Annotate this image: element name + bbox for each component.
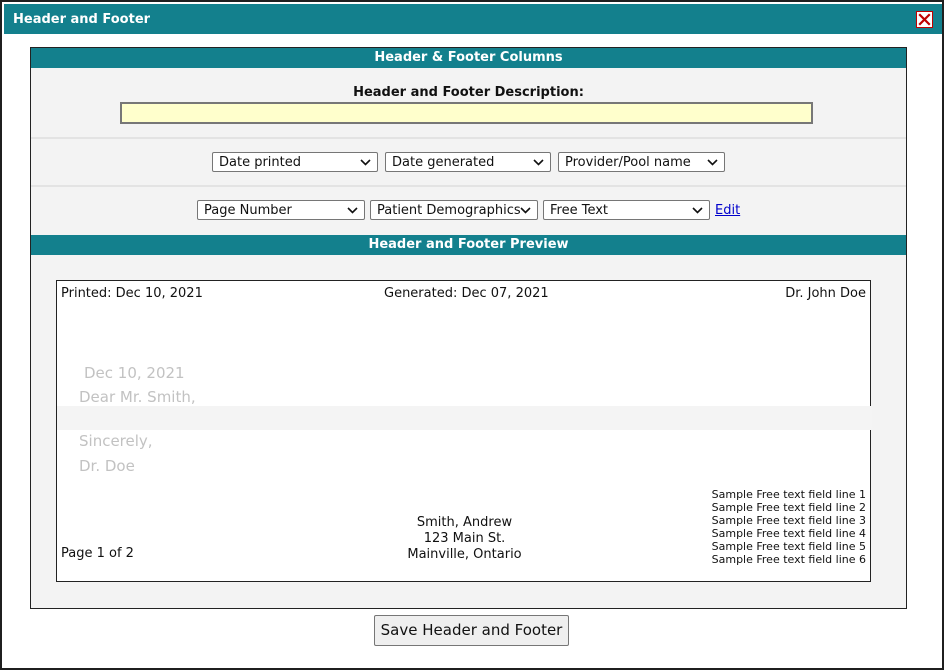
header-left-select-value: Date printed [219,155,301,170]
header-center-select[interactable]: Date generated [385,152,551,172]
preview-body-closing: Sincerely, [79,432,153,450]
chevron-down-icon [520,207,531,214]
description-label: Header and Footer Description: [353,85,584,100]
free-text-line: Sample Free text field line 2 [711,501,866,514]
free-text-line: Sample Free text field line 1 [711,488,866,501]
settings-panel: Header & Footer Columns Header and Foote… [30,47,907,609]
save-header-footer-button[interactable]: Save Header and Footer [374,615,569,646]
address-line: Smith, Andrew [416,515,513,530]
footer-left-select[interactable]: Page Number [197,200,365,220]
preview-footer-left: Page 1 of 2 [61,546,134,561]
preview-section-header: Header and Footer Preview [31,235,906,255]
footer-center-select-value: Patient Demographics [377,203,521,218]
title-bar: Header and Footer [4,4,942,34]
close-button[interactable] [916,11,933,28]
chevron-down-icon [533,159,544,166]
preview-body-signature: Dr. Doe [79,457,135,475]
header-right-select[interactable]: Provider/Pool name [558,152,725,172]
close-icon [918,13,931,26]
preview-page: Printed: Dec 10, 2021 Generated: Dec 07,… [56,280,872,582]
page-break-band [57,406,872,430]
header-right-select-value: Provider/Pool name [565,155,691,170]
description-input[interactable] [120,102,813,124]
address-line: 123 Main St. [423,531,506,546]
chevron-down-icon [692,207,703,214]
header-left-select[interactable]: Date printed [212,152,378,172]
footer-right-select-value: Free Text [550,203,609,218]
preview-footer-center: Smith, Andrew 123 Main St. Mainville, On… [57,515,872,563]
preview-header-right: Dr. John Doe [785,286,866,301]
preview-header-left: Printed: Dec 10, 2021 [61,286,203,301]
header-footer-dialog: Header and Footer Header & Footer Column… [0,0,944,670]
edit-free-text-link[interactable]: Edit [715,203,740,218]
footer-center-select[interactable]: Patient Demographics [370,200,538,220]
divider [31,137,906,139]
preview-header-center: Generated: Dec 07, 2021 [384,286,549,301]
chevron-down-icon [360,159,371,166]
header-center-select-value: Date generated [392,155,495,170]
preview-body-date: Dec 10, 2021 [84,364,185,382]
footer-right-select[interactable]: Free Text [543,200,710,220]
address-line: Mainville, Ontario [407,547,522,562]
columns-section-header: Header & Footer Columns [31,48,906,68]
preview-body-greeting: Dear Mr. Smith, [79,388,196,406]
chevron-down-icon [707,159,718,166]
divider [31,185,906,187]
dialog-title: Header and Footer [13,12,151,27]
chevron-down-icon [347,207,358,214]
footer-left-select-value: Page Number [204,203,292,218]
